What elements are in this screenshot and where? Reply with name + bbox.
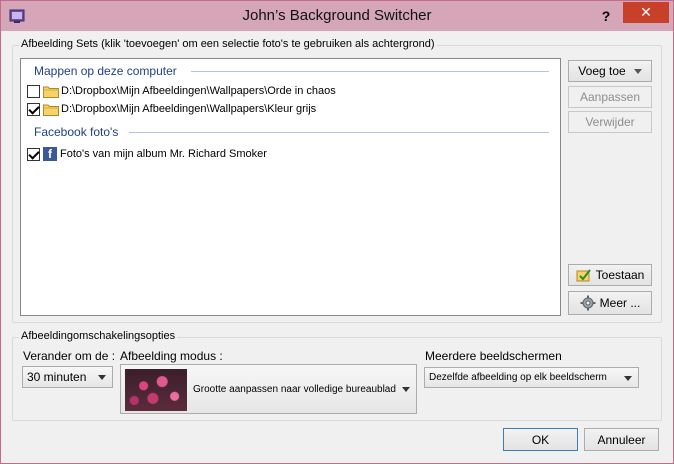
help-button[interactable]: ? — [597, 6, 615, 26]
section-header-local-folders: Mappen op deze computer — [34, 64, 177, 78]
monitors-dropdown[interactable]: Dezelfde afbeelding op elk beeldscherm — [424, 367, 639, 388]
section-divider — [191, 71, 549, 72]
permit-button-label: Toestaan — [595, 268, 645, 282]
wallpaper-thumbnail — [125, 369, 187, 411]
interval-dropdown[interactable]: 30 minuten — [22, 366, 113, 388]
more-button[interactable]: Meer ... — [568, 291, 652, 315]
add-button-label: Voeg toe — [578, 64, 626, 78]
list-item[interactable]: D:\Dropbox\Mijn Afbeeldingen\Wallpapers\… — [27, 100, 316, 118]
section-header-facebook: Facebook foto's — [34, 125, 119, 139]
list-item-label: D:\Dropbox\Mijn Afbeeldingen\Wallpapers\… — [61, 103, 317, 115]
title-bar[interactable]: John’s Background Switcher ? ✕ — [1, 1, 673, 31]
cancel-button[interactable]: Annuleer — [584, 428, 659, 451]
facebook-icon: f — [43, 147, 57, 161]
list-item-label: D:\Dropbox\Mijn Afbeeldingen\Wallpapers\… — [61, 85, 336, 97]
monitors-value: Dezelfde afbeelding op elk beeldscherm — [429, 372, 607, 383]
list-item[interactable]: D:\Dropbox\Mijn Afbeeldingen\Wallpapers\… — [27, 82, 336, 100]
mode-value: Grootte aanpassen naar volledige bureaub… — [193, 384, 396, 395]
close-button[interactable]: ✕ — [623, 2, 669, 23]
list-item[interactable]: f Foto's van mijn album Mr. Richard Smok… — [27, 145, 267, 163]
permit-button[interactable]: Toestaan — [568, 264, 652, 286]
section-divider — [129, 132, 549, 133]
checkbox-checked[interactable] — [27, 102, 40, 116]
folder-icon — [43, 104, 59, 116]
more-button-label: Meer ... — [599, 296, 641, 310]
chevron-down-icon — [98, 375, 106, 380]
switch-options-group-label: Afbeeldingomschakelingsopties — [19, 330, 178, 342]
checkbox-checked[interactable] — [27, 147, 40, 161]
dialog-window: John’s Background Switcher ? ✕ Afbeeldin… — [0, 0, 674, 464]
monitors-label: Meerdere beeldschermen — [425, 349, 562, 363]
image-sets-group-label: Afbeelding Sets (klik 'toevoegen' om een… — [19, 38, 437, 50]
chevron-down-icon — [633, 68, 642, 74]
checkbox[interactable] — [27, 84, 40, 98]
ok-button[interactable]: OK — [503, 428, 578, 451]
chevron-down-icon — [402, 387, 410, 392]
mode-label: Afbeelding modus : — [120, 349, 223, 363]
chevron-down-icon — [624, 375, 632, 381]
edit-button[interactable]: Aanpassen — [568, 86, 652, 108]
image-sets-list[interactable]: Mappen op deze computer D:\Dropbox\Mijn … — [20, 58, 561, 316]
approve-icon — [576, 269, 591, 282]
interval-label: Verander om de : — [23, 349, 116, 363]
gear-icon — [580, 295, 596, 311]
interval-value: 30 minuten — [27, 370, 87, 384]
list-item-label: Foto's van mijn album Mr. Richard Smoker — [60, 148, 267, 160]
mode-dropdown[interactable]: Grootte aanpassen naar volledige bureaub… — [120, 364, 417, 414]
delete-button[interactable]: Verwijder — [568, 111, 652, 133]
add-button[interactable]: Voeg toe — [568, 60, 652, 82]
window-title: John’s Background Switcher — [242, 7, 432, 24]
folder-icon — [43, 86, 59, 98]
